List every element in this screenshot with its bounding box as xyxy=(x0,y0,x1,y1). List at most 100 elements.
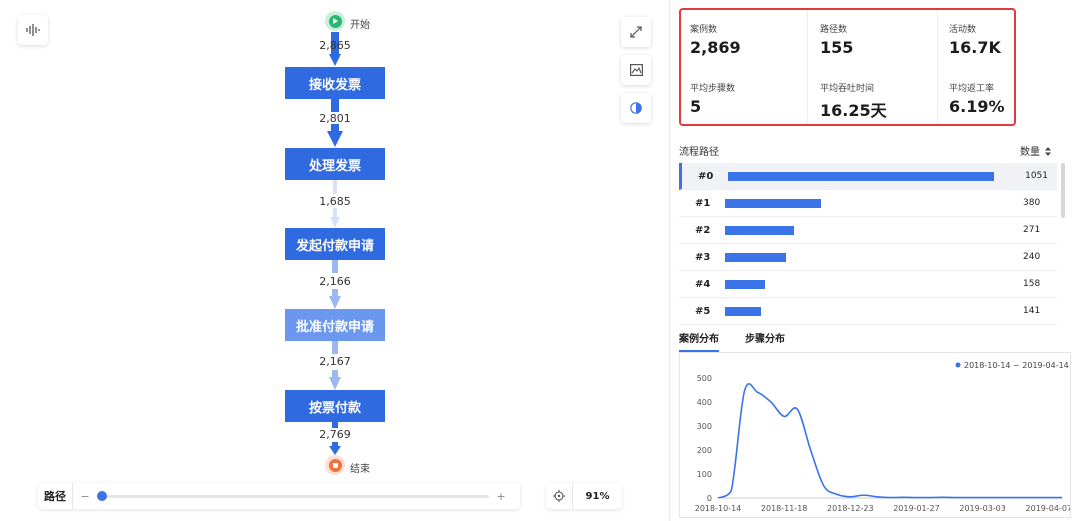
x-tick-label: 2019-04-07 xyxy=(1026,504,1070,513)
path-bar xyxy=(725,279,765,289)
stat-value: 16.25天 xyxy=(820,101,887,120)
path-bar xyxy=(725,252,786,262)
y-tick-label: 400 xyxy=(697,398,712,407)
edge-count-3: 2,166 xyxy=(319,275,351,288)
start-node[interactable] xyxy=(325,11,345,31)
stat-value: 6.19% xyxy=(949,97,1005,116)
stat-avg-throughput: 平均吞吐时间 16.25天 xyxy=(820,81,887,121)
path-bar-track xyxy=(727,171,1007,181)
path-row[interactable]: #0 1051 xyxy=(679,163,1057,190)
start-label: 开始 xyxy=(350,20,370,31)
x-tick-label: 2018-10-14 xyxy=(695,504,742,513)
path-id: #0 xyxy=(698,170,714,182)
stat-value: 16.7K xyxy=(949,38,1001,57)
stat-title: 路径数 xyxy=(820,25,848,35)
end-label: 结束 xyxy=(350,464,370,475)
edge-count-2: 1,685 xyxy=(319,195,351,208)
activity-node-3[interactable]: 批准付款申请 xyxy=(285,309,385,341)
chart-svg: 0 100 200 300 400 500 2018-10-14 2018-11-18 2018… xyxy=(695,361,1072,513)
tab-step-distribution[interactable]: 步骤分布 xyxy=(745,330,785,352)
stat-avg-rework: 平均返工率 6.19% xyxy=(949,81,1005,116)
path-increase-button[interactable]: + xyxy=(489,490,513,503)
path-bar xyxy=(725,306,761,316)
path-row[interactable]: #1 380 xyxy=(679,190,1057,217)
edge-count-4: 2,167 xyxy=(319,355,351,368)
activity-node-4[interactable]: 按票付款 xyxy=(285,390,385,422)
stat-title: 平均吞吐时间 xyxy=(820,84,875,94)
stat-title: 平均步骤数 xyxy=(690,84,736,94)
process-flow: 开始 2,865 接收发票 2,801 处理发票 1,685 发起付款申请 2,… xyxy=(0,0,668,521)
path-count: 380 xyxy=(1023,198,1041,208)
slider-track xyxy=(97,495,489,498)
path-bar-track xyxy=(725,198,1005,208)
path-bar-track xyxy=(725,225,1005,235)
path-count: 271 xyxy=(1023,225,1041,235)
stat-value: 2,869 xyxy=(690,38,741,57)
x-tick-label: 2018-11-18 xyxy=(761,504,808,513)
path-count: 240 xyxy=(1023,252,1041,262)
app-window: 开始 2,865 接收发票 2,801 处理发票 1,685 发起付款申请 2,… xyxy=(0,0,1080,521)
count-column-header[interactable]: 数量 xyxy=(1020,143,1052,158)
path-bar-track xyxy=(725,279,1005,289)
path-bar xyxy=(727,171,994,181)
activity-node-2[interactable]: 发起付款申请 xyxy=(285,228,385,260)
path-decrease-button[interactable]: − xyxy=(73,490,97,503)
count-header-label: 数量 xyxy=(1020,147,1040,158)
zoom-level[interactable]: 91% xyxy=(573,491,622,502)
path-row[interactable]: #3 240 xyxy=(679,244,1057,271)
path-row[interactable]: #2 271 xyxy=(679,217,1057,244)
path-slider-bar: 路径 − + xyxy=(38,483,520,509)
path-list-header: 流程路径 数量 xyxy=(679,143,1059,158)
legend-label: 2018-10-14 ~ 2019-04-14 xyxy=(964,361,1069,370)
stat-value: 155 xyxy=(820,38,854,57)
path-id: #2 xyxy=(695,224,711,236)
crosshair-icon xyxy=(553,490,565,502)
zoom-control: 91% xyxy=(546,483,622,509)
path-bar-track xyxy=(725,252,1005,262)
path-bar xyxy=(725,225,794,235)
path-slider-label: 路径 xyxy=(44,490,66,503)
stat-title: 活动数 xyxy=(949,25,977,35)
slider-thumb[interactable] xyxy=(97,491,107,501)
distribution-tabs: 案例分布 步骤分布 xyxy=(679,330,811,352)
path-list-scrollbar[interactable] xyxy=(1061,163,1065,218)
stop-icon xyxy=(328,458,342,472)
path-id: #3 xyxy=(695,251,711,263)
edge-count-5: 2,769 xyxy=(319,428,351,441)
path-bar xyxy=(725,198,822,208)
stat-path-count: 路径数 155 xyxy=(820,22,853,57)
path-id: #1 xyxy=(695,197,711,209)
y-tick-label: 500 xyxy=(697,374,712,383)
tab-case-distribution[interactable]: 案例分布 xyxy=(679,330,719,352)
path-row[interactable]: #5 141 xyxy=(679,298,1057,325)
stat-avg-steps: 平均步骤数 5 xyxy=(690,81,735,116)
edge-count-0: 2,865 xyxy=(319,39,351,52)
stat-activity-count: 活动数 16.7K xyxy=(949,22,1001,57)
path-id: #5 xyxy=(695,305,711,317)
x-tick-label: 2019-01-27 xyxy=(893,504,940,513)
path-slider[interactable] xyxy=(97,489,489,503)
stat-value: 5 xyxy=(690,97,702,116)
stat-title: 案例数 xyxy=(690,25,718,35)
y-tick-label: 200 xyxy=(697,446,712,455)
activity-node-0[interactable]: 接收发票 xyxy=(285,67,385,99)
series-line xyxy=(717,383,1062,499)
path-list: #0 1051 #1 380 #2 271 #3 240 #4 158 #5 141 xyxy=(679,163,1057,325)
stats-summary: 案例数 2,869 路径数 155 活动数 16.7K 平均步骤数 5 平均吞吐… xyxy=(679,8,1016,126)
activity-node-1[interactable]: 处理发票 xyxy=(285,148,385,180)
process-map-canvas[interactable]: 开始 2,865 接收发票 2,801 处理发票 1,685 发起付款申请 2,… xyxy=(0,0,668,521)
analysis-panel: 案例数 2,869 路径数 155 活动数 16.7K 平均步骤数 5 平均吞吐… xyxy=(671,0,1080,521)
path-count: 1051 xyxy=(1025,171,1048,181)
stat-case-count: 案例数 2,869 xyxy=(690,22,741,57)
path-count: 158 xyxy=(1023,279,1041,289)
legend-marker xyxy=(955,362,961,368)
edge-count-1: 2,801 xyxy=(319,112,351,125)
end-node[interactable] xyxy=(325,455,345,475)
path-row[interactable]: #4 158 xyxy=(679,271,1057,298)
locate-button[interactable] xyxy=(546,490,572,502)
stat-title: 平均返工率 xyxy=(949,84,995,94)
x-tick-label: 2018-12-23 xyxy=(827,504,874,513)
path-id: #4 xyxy=(695,278,711,290)
path-count: 141 xyxy=(1023,306,1041,316)
y-tick-label: 0 xyxy=(707,494,712,503)
